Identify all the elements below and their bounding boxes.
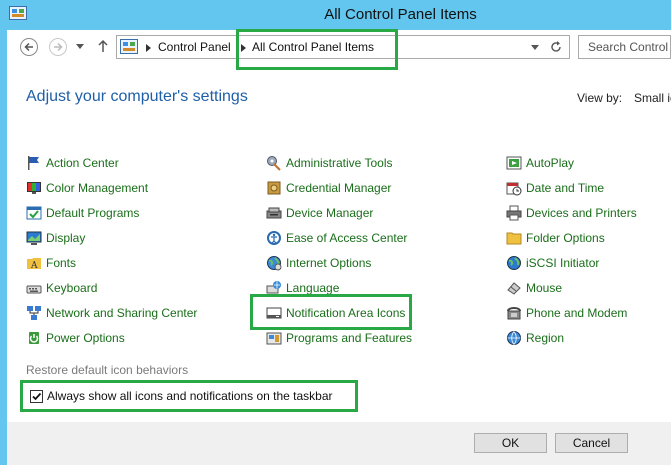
back-button[interactable]: [20, 38, 38, 56]
device-manager-icon: [266, 207, 282, 219]
credential-vault-icon: [267, 181, 281, 195]
up-arrow-icon[interactable]: [97, 39, 109, 53]
region-globe-icon: [507, 331, 521, 345]
display-icon: [26, 231, 42, 245]
ok-button[interactable]: OK: [474, 433, 547, 453]
breadcrumb-control-panel[interactable]: Control Panel: [158, 40, 231, 54]
view-by-label: View by:: [577, 91, 623, 105]
search-placeholder: Search Control Panel: [588, 40, 671, 54]
control-panel-icon: [120, 39, 138, 54]
fonts-folder-icon: A: [27, 258, 41, 271]
cancel-button[interactable]: Cancel: [555, 433, 628, 453]
highlight-box: [250, 294, 412, 330]
network-icon: [27, 306, 41, 320]
globe-icon: [267, 256, 282, 271]
window-title: All Control Panel Items: [324, 6, 477, 23]
forward-button[interactable]: [49, 38, 67, 56]
mouse-icon: [507, 282, 521, 295]
recent-locations-chevron-icon[interactable]: [76, 44, 84, 50]
clock-calendar-icon: [506, 182, 522, 196]
address-dropdown-icon[interactable]: [531, 45, 539, 51]
title-bar: All Control Panel Items: [0, 0, 671, 30]
phone-icon: [507, 307, 521, 320]
ease-of-access-icon: [267, 231, 281, 245]
refresh-icon[interactable]: [549, 40, 563, 54]
folder-icon: [506, 232, 522, 245]
forward-arrow-icon: [54, 42, 63, 52]
highlight-box: [20, 380, 358, 412]
window-frame: [0, 30, 7, 465]
svg-text:A: A: [30, 261, 38, 271]
printer-icon: [506, 205, 522, 221]
autoplay-icon: [506, 156, 522, 170]
highlight-box: [236, 29, 398, 70]
iscsi-globe-icon: [507, 256, 521, 270]
monitor-color-icon: [27, 182, 41, 194]
keyboard-icon: [26, 285, 42, 294]
admin-tools-icon: [267, 156, 281, 171]
flag-icon: [28, 156, 39, 170]
restore-defaults-link[interactable]: Restore default icon behaviors: [26, 363, 188, 377]
view-by-value[interactable]: Small icons: [634, 91, 671, 105]
back-arrow-icon: [24, 42, 33, 52]
search-input[interactable]: Search Control Panel: [578, 35, 671, 59]
breadcrumb-separator-icon: [146, 44, 151, 52]
default-programs-icon: [26, 206, 42, 220]
programs-features-icon: [266, 332, 282, 345]
page-title: Adjust your computer's settings: [26, 88, 248, 105]
power-icon: [29, 332, 39, 344]
